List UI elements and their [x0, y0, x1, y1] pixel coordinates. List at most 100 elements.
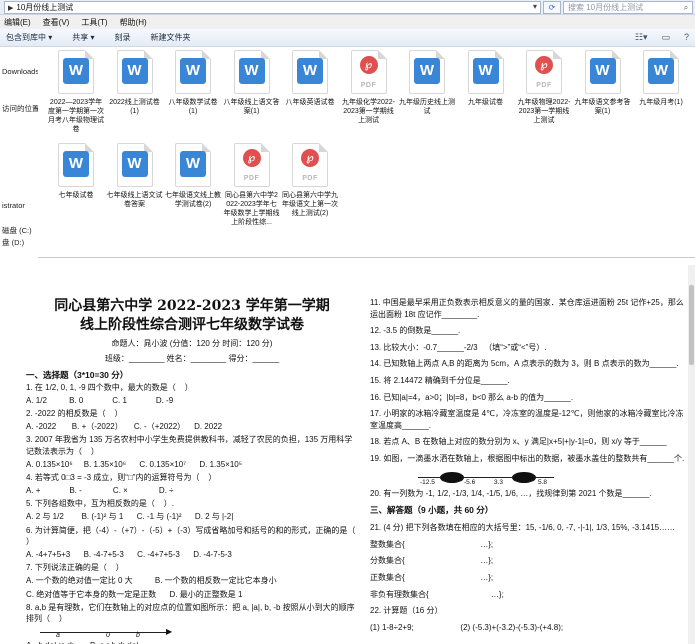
address-text: 10月份线上测试 [16, 3, 74, 12]
navigation-pane: Downloads 访问的位置 istrator 磁盘 (C:) 盘 (D:) [0, 47, 38, 258]
paper-meta-author: 命题人：晁小波 (分值：120 分 时间：120 分) [111, 339, 273, 348]
file-item[interactable]: W 2022线上测试卷(1) [107, 50, 163, 142]
number-line-label-a: a [56, 632, 60, 640]
nav-downloads[interactable]: Downloads [2, 67, 38, 76]
paper-scrollbar[interactable] [688, 265, 695, 644]
question-line: 8. a,b 是有理数，它们在数轴上的对应点的位置如图所示：把 a, |a|, … [26, 602, 355, 624]
address-dropdown-icon[interactable]: ▾ [533, 2, 537, 11]
file-item[interactable]: W 九年级月考(1) [633, 50, 689, 142]
file-explorer-window: ▶ 10月份线上测试 ▾ ⟳ 搜索 10月份线上测试 ⌕ 编辑(E) 查看(V)… [0, 0, 695, 258]
file-item[interactable]: W 八年级英语试卷 [282, 50, 338, 142]
question-line: 4. 若等式 0□3 = -3 成立，则“□”内的运算符号为（ ） [26, 473, 217, 483]
menu-edit[interactable]: 编辑(E) [4, 17, 31, 28]
pdf-file-icon: ℘ PDF [526, 50, 562, 94]
file-item[interactable]: W 2022—2023学年度第一学期第一次月考八年级物理试卷 [48, 50, 104, 142]
nav-disk-d[interactable]: 盘 (D:) [2, 237, 24, 248]
word-file-icon: W [175, 50, 211, 94]
file-item[interactable]: ℘ PDF 同心县第六中学2022-2023学年七年级数学上学期线上阶段性综... [224, 143, 280, 235]
pdf-file-icon: ℘ PDF [292, 143, 328, 187]
word-file-icon: W [116, 143, 153, 187]
paper-title-line1: 同心县第六中学 2022-2023 学年第一学期 [54, 298, 330, 314]
address-bar-row: ▶ 10月份线上测试 ▾ ⟳ 搜索 10月份线上测试 ⌕ [0, 0, 695, 15]
file-label: 同心县第六中学九年级语文上第一次线上测试(2) [282, 192, 338, 217]
question-line: 三、解答题（9 小题，共 60 分） [370, 505, 494, 516]
word-file-icon: W [58, 143, 94, 187]
paper-meta-fields: 班级：________ 姓名：________ 得分：______ [104, 354, 280, 363]
nav-administrator[interactable]: istrator [2, 201, 25, 210]
new-folder-button[interactable]: 新建文件夹 [151, 32, 191, 43]
file-item[interactable]: W 八年级线上语文答案(1) [224, 50, 280, 142]
file-item[interactable]: W 七年级试卷 [48, 143, 104, 235]
question-line: A. 2 与 1/2 B. (-1)² 与 1 C. -1 与 (-1)² D.… [26, 512, 234, 522]
question-line: 2. -2022 的相反数是（ ） [26, 409, 123, 419]
word-file-icon: W [175, 143, 211, 187]
pdf-file-icon: ℘ PDF [233, 143, 270, 187]
search-icon[interactable]: ⌕ [680, 3, 692, 13]
file-item[interactable]: ℘ PDF 九年级物理2022-2023第一学期线上测试 [516, 50, 572, 142]
search-input[interactable]: 搜索 10月份线上测试 ⌕ [563, 1, 693, 14]
number-line-figure: ▶ a 0 b [26, 626, 358, 640]
paper-scrollbar-thumb[interactable] [689, 285, 694, 365]
word-file-icon: W [643, 50, 679, 94]
burn-button[interactable]: 刻录 [115, 32, 131, 43]
file-label: 七年级线上语文试卷答案 [106, 192, 163, 208]
file-grid: W 2022—2023学年度第一学期第一次月考八年级物理试卷 W 2022线上测试卷(… [48, 50, 693, 255]
question-line: A. 1/2 B. 0 C. 1 D. -9 [26, 396, 174, 406]
nav-recent-places[interactable]: 访问的位置 [2, 103, 38, 114]
file-label: 九年级化学2022-2023第一学期线上测试 [342, 99, 395, 124]
paper-left-column: 同心县第六中学 2022-2023 学年第一学期 线上阶段性综合测评七年级数学试… [26, 265, 358, 644]
file-item[interactable]: W 九年级试卷 [458, 50, 514, 142]
question-line: 1. 在 1/2, 0, 1, -9 四个数中，最大的数是（ ） [26, 383, 193, 392]
question-line: A. -b<|a|<a<b B. a<-b<b<|a| [26, 640, 358, 644]
question-line: A. 0.135×10⁶ B. 1.35×10⁶ C. 0.135×10⁷ D.… [26, 460, 243, 470]
file-label: 2022线上测试卷(1) [109, 99, 160, 115]
preview-pane-icon[interactable]: ▭ [661, 32, 670, 43]
word-file-icon: W [292, 50, 328, 94]
question-line: 21. (4 分) 把下列各数填在相应的大括号里：15, -1/6, 0, -7… [370, 523, 676, 533]
question-line: 非负有理数集合{ …}; [370, 589, 504, 599]
exam-paper-view: 同心县第六中学 2022-2023 学年第一学期 线上阶段性综合测评七年级数学试… [0, 265, 695, 644]
file-item[interactable]: W 七年级线上语文试卷答案 [107, 143, 163, 235]
breadcrumb-arrow-icon[interactable]: ▶ [8, 4, 13, 12]
question-line: 20. 有一列数为 -1, 1/2, -1/3, 1/4, -1/5, 1/6,… [370, 488, 652, 498]
file-item[interactable]: W 九年级历史线上测试 [399, 50, 455, 142]
question-line: 17. 小明家的冰箱冷藏室温度是 4℃，冷冻室的温度是-12℃，则他家的冰箱冷藏… [370, 409, 684, 430]
file-label: 七年级试卷 [58, 192, 94, 199]
paper-title-line2: 线上阶段性综合测评七年级数学试卷 [80, 317, 304, 333]
question-line: 7. 下列说法正确的是（ ） [26, 563, 124, 573]
ink-tick-4: 5.8 [538, 478, 548, 486]
question-line: 整数集合{ …}; [370, 539, 494, 549]
view-controls: ☷▾ ▭ ? [635, 32, 689, 43]
file-label: 2022—2023学年度第一学期第一次月考八年级物理试卷 [48, 99, 104, 133]
question-line: A. -4+7+5+3 B. -4-7+5-3 C. -4+7+5-3 D. -… [26, 550, 232, 560]
question-line: 12. -3.5 的倒数是______. [370, 326, 461, 336]
question-line: 15. 将 2.14472 精确到千分位是______. [370, 375, 510, 385]
file-item[interactable]: W 八年级数学试卷(1) [165, 50, 221, 142]
include-in-library-button[interactable]: 包含到库中 ▾ [6, 32, 52, 43]
file-item[interactable]: W 七年级语文线上教学测试卷(2) [165, 143, 221, 235]
menu-help[interactable]: 帮助(H) [120, 17, 147, 28]
refresh-button[interactable]: ⟳ [543, 1, 561, 14]
ink-blot-right [512, 471, 536, 483]
file-item[interactable]: W 九年级语文参考答案(1) [575, 50, 631, 142]
menu-view[interactable]: 查看(V) [43, 17, 70, 28]
word-file-icon: W [409, 50, 445, 94]
menu-tools[interactable]: 工具(T) [81, 17, 107, 28]
ink-tick-3: 3.3 [494, 478, 504, 486]
number-line-label-b: b [136, 632, 140, 640]
question-line: 22. 计算题（16 分） [370, 606, 443, 616]
address-bar[interactable]: ▶ 10月份线上测试 ▾ [4, 1, 541, 14]
help-icon[interactable]: ? [684, 32, 689, 43]
word-file-icon: W [584, 50, 621, 94]
word-file-icon: W [116, 50, 153, 94]
question-line: 14. 已知数轴上两点 A,B 的距离为 5cm，A 点表示的数为 3，则 B … [370, 359, 679, 369]
file-item[interactable]: ℘ PDF 同心县第六中学九年级语文上第一次线上测试(2) [282, 143, 338, 235]
file-label: 七年级语文线上教学测试卷(2) [165, 192, 221, 208]
file-label: 九年级试卷 [468, 99, 503, 106]
view-options-icon[interactable]: ☷▾ [635, 32, 648, 43]
share-button[interactable]: 共享 ▾ [72, 32, 94, 43]
choice-questions-cont: A. -b<|a|<a<b B. a<-b<b<|a|C. -b<a<|a|<b… [26, 640, 358, 644]
file-item[interactable]: ℘ PDF 九年级化学2022-2023第一学期线上测试 [341, 50, 397, 142]
file-label: 八年级数学试卷(1) [168, 99, 218, 115]
nav-disk-c[interactable]: 磁盘 (C:) [2, 225, 32, 236]
